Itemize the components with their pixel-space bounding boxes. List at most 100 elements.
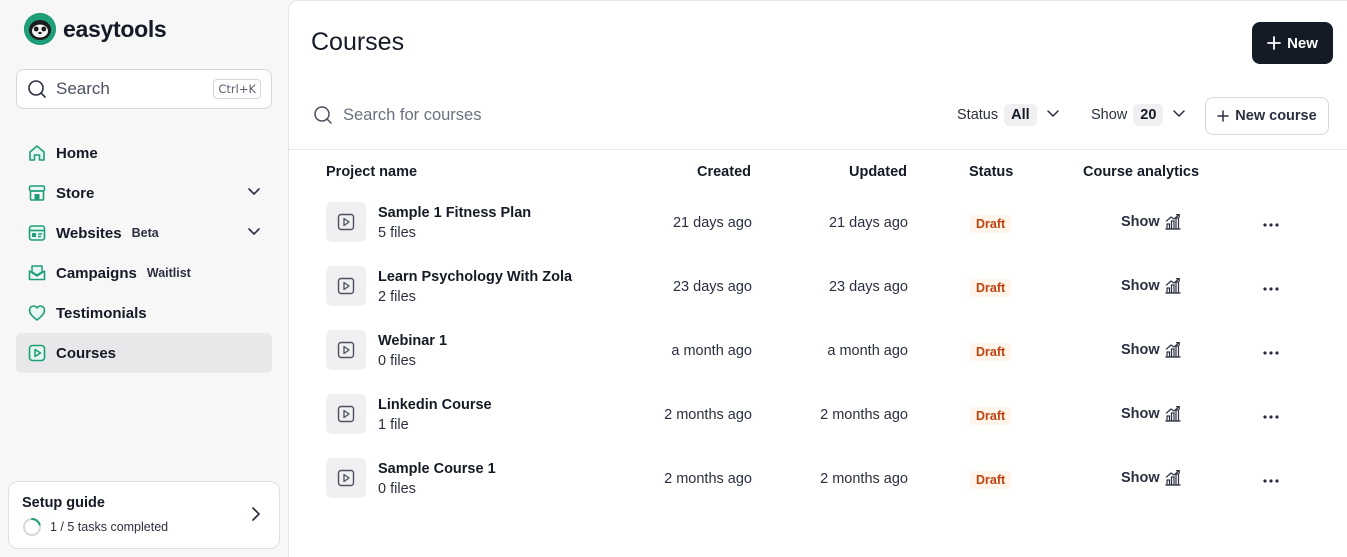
show-analytics-label: Show — [1121, 278, 1160, 294]
show-analytics-button[interactable]: Show — [1121, 469, 1182, 487]
status-filter[interactable]: Status All — [957, 104, 1060, 126]
table-row[interactable]: Linkedin Course 1 file 2 months ago 2 mo… — [289, 385, 1347, 449]
column-header-status: Status — [969, 164, 1014, 180]
table-row[interactable]: Webinar 1 0 files a month ago a month ag… — [289, 321, 1347, 385]
table-row[interactable]: Sample 1 Fitness Plan 5 files 21 days ag… — [289, 193, 1347, 257]
column-header-created: Created — [697, 164, 751, 180]
course-updated: 2 months ago — [820, 407, 908, 423]
waitlist-badge: Waitlist — [146, 266, 191, 280]
show-analytics-button[interactable]: Show — [1121, 213, 1182, 231]
chevron-right-icon[interactable] — [249, 506, 263, 527]
play-icon — [337, 213, 355, 231]
status-badge: Draft — [970, 471, 1012, 489]
course-created: 23 days ago — [672, 279, 752, 295]
show-filter[interactable]: Show 20 — [1091, 104, 1186, 126]
websites-icon — [27, 223, 47, 243]
course-updated: a month ago — [827, 343, 908, 359]
sidebar-search[interactable]: Search Ctrl+K — [16, 69, 272, 109]
more-options-icon[interactable] — [1262, 279, 1280, 297]
new-button[interactable]: New — [1252, 22, 1333, 64]
new-course-button[interactable]: New course — [1205, 97, 1329, 135]
sidebar-item-campaigns[interactable]: Campaigns Waitlist — [16, 253, 272, 293]
course-search[interactable]: Search for courses — [313, 105, 481, 125]
course-updated: 2 months ago — [820, 471, 908, 487]
chevron-down-icon[interactable] — [247, 184, 261, 202]
analytics-chart-icon — [1165, 278, 1181, 294]
course-created: 2 months ago — [664, 407, 752, 423]
show-analytics-button[interactable]: Show — [1121, 277, 1182, 295]
play-icon — [337, 405, 355, 423]
header-divider — [289, 149, 1347, 150]
course-file-count: 1 file — [378, 417, 409, 433]
course-thumbnail — [326, 330, 366, 370]
search-icon — [28, 80, 46, 98]
show-analytics-label: Show — [1121, 342, 1160, 358]
more-options-icon[interactable] — [1262, 215, 1280, 233]
more-options-icon[interactable] — [1262, 343, 1280, 361]
analytics-chart-icon — [1165, 470, 1181, 486]
play-icon — [337, 469, 355, 487]
course-search-input[interactable]: Search for courses — [343, 106, 481, 125]
chevron-down-icon[interactable] — [247, 224, 261, 242]
analytics-chart-icon — [1165, 406, 1181, 422]
column-header-updated: Updated — [849, 164, 907, 180]
status-filter-value: All — [1004, 104, 1037, 126]
sidebar-nav: Home Store Websites Beta Campaigns Waitl… — [16, 133, 272, 373]
course-thumbnail — [326, 458, 366, 498]
beta-badge: Beta — [131, 226, 159, 240]
show-filter-value: 20 — [1133, 104, 1164, 126]
sloth-logo-icon — [24, 13, 56, 45]
status-badge: Draft — [970, 407, 1012, 425]
column-header-project-name: Project name — [326, 164, 418, 180]
table-row[interactable]: Sample Course 1 0 files 2 months ago 2 m… — [289, 449, 1347, 513]
course-name[interactable]: Learn Psychology With Zola — [378, 269, 572, 285]
brand-logo[interactable]: easytools — [24, 13, 167, 45]
show-analytics-label: Show — [1121, 214, 1160, 230]
course-file-count: 5 files — [378, 225, 416, 241]
sidebar-item-websites[interactable]: Websites Beta — [16, 213, 272, 253]
course-created: 21 days ago — [672, 215, 752, 231]
more-options-icon[interactable] — [1262, 407, 1280, 425]
course-created: 2 months ago — [664, 471, 752, 487]
sidebar-item-label: Courses — [56, 344, 117, 362]
show-filter-label: Show — [1091, 107, 1128, 123]
course-name[interactable]: Sample Course 1 — [378, 461, 496, 477]
sidebar-item-label: Testimonials — [56, 304, 147, 322]
sidebar-item-label: Store — [56, 184, 95, 202]
home-icon — [27, 143, 47, 163]
courses-icon — [27, 343, 47, 363]
sidebar-item-label: Home — [56, 144, 98, 162]
show-analytics-button[interactable]: Show — [1121, 405, 1182, 423]
status-filter-label: Status — [957, 107, 999, 123]
page-title: Courses — [311, 28, 405, 56]
sidebar-search-input[interactable]: Search — [56, 79, 213, 99]
brand-name: easytools — [63, 15, 167, 42]
table-row[interactable]: Learn Psychology With Zola 2 files 23 da… — [289, 257, 1347, 321]
play-icon — [337, 277, 355, 295]
heart-icon — [27, 303, 47, 323]
column-header-analytics: Course analytics — [1083, 164, 1200, 180]
show-analytics-button[interactable]: Show — [1121, 341, 1182, 359]
analytics-chart-icon — [1165, 214, 1181, 230]
status-badge: Draft — [970, 343, 1012, 361]
store-icon — [27, 183, 47, 203]
course-name[interactable]: Sample 1 Fitness Plan — [378, 205, 531, 221]
course-thumbnail — [326, 202, 366, 242]
plus-icon — [1217, 110, 1230, 122]
analytics-chart-icon — [1165, 342, 1181, 358]
status-badge: Draft — [970, 215, 1012, 233]
more-options-icon[interactable] — [1262, 471, 1280, 489]
sidebar-item-store[interactable]: Store — [16, 173, 272, 213]
play-icon — [337, 341, 355, 359]
status-badge: Draft — [970, 279, 1012, 297]
setup-progress-text: 1 / 5 tasks completed — [50, 520, 169, 534]
course-thumbnail — [326, 394, 366, 434]
course-name[interactable]: Webinar 1 — [378, 333, 447, 349]
sidebar-item-testimonials[interactable]: Testimonials — [16, 293, 272, 333]
course-name[interactable]: Linkedin Course — [378, 397, 492, 413]
sidebar-item-home[interactable]: Home — [16, 133, 272, 173]
setup-guide-card[interactable]: Setup guide 1 / 5 tasks completed — [8, 481, 280, 549]
sidebar-item-courses[interactable]: Courses — [16, 333, 272, 373]
new-course-label: New course — [1235, 108, 1317, 124]
plus-icon — [1267, 36, 1281, 50]
